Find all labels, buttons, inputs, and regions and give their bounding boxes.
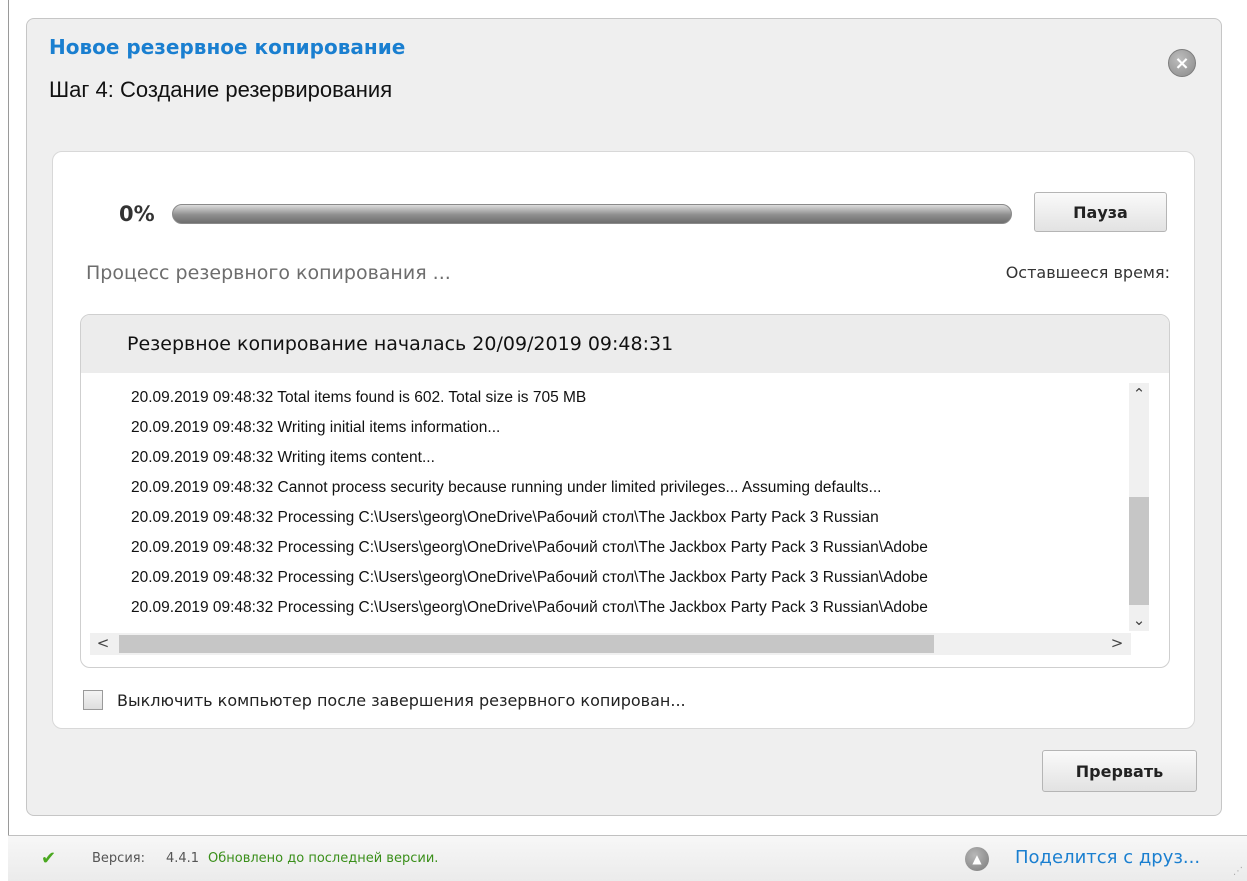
share-link[interactable]: Поделится с друз... <box>1015 847 1200 868</box>
log-horizontal-scrollbar[interactable]: < > <box>90 633 1131 655</box>
shutdown-option[interactable]: Выключить компьютер после завершения рез… <box>83 690 686 710</box>
shutdown-checkbox[interactable] <box>83 690 103 710</box>
chevron-left-icon[interactable]: < <box>93 634 113 652</box>
log-line: 20.09.2019 09:48:32 Processing C:\Users\… <box>131 509 879 526</box>
version-value: 4.4.1 <box>166 851 200 866</box>
chevron-up-icon[interactable]: ⌃ <box>1129 385 1149 403</box>
status-bar: ✔ Версия: 4.4.1 Обновлено до последней в… <box>8 835 1247 881</box>
shutdown-label[interactable]: Выключить компьютер после завершения рез… <box>117 691 686 710</box>
progress-panel: 0% Пауза Процесс резервного копирования … <box>52 151 1195 729</box>
pause-button[interactable]: Пауза <box>1034 192 1167 232</box>
remaining-time-label: Оставшееся время: <box>1005 263 1170 282</box>
log-line: 20.09.2019 09:48:32 Processing C:\Users\… <box>131 569 928 586</box>
backup-status-text: Процесс резервного копирования ... <box>86 262 451 284</box>
dialog-title: Новое резервное копирование <box>49 35 406 59</box>
share-icon[interactable]: ▲ <box>965 847 989 871</box>
progress-percent: 0% <box>119 202 155 226</box>
vertical-scroll-thumb[interactable] <box>1129 497 1149 605</box>
backup-log: Резервное копирование началась 20/09/201… <box>80 314 1170 668</box>
version-label: Версия: <box>92 851 145 866</box>
chevron-down-icon[interactable]: ⌄ <box>1129 611 1149 629</box>
log-line: 20.09.2019 09:48:32 Total items found is… <box>131 389 587 406</box>
log-vertical-scrollbar[interactable]: ⌃ ⌄ <box>1129 383 1149 631</box>
log-line: 20.09.2019 09:48:32 Writing initial item… <box>131 419 501 436</box>
update-status: Обновлено до последней версии. <box>208 851 439 866</box>
backup-dialog: Новое резервное копирование Шаг 4: Созда… <box>26 18 1222 816</box>
log-header: Резервное копирование началась 20/09/201… <box>81 315 1169 373</box>
resize-grip[interactable]: ⋰ <box>1233 866 1243 877</box>
abort-button[interactable]: Прервать <box>1042 750 1197 792</box>
close-icon[interactable]: × <box>1168 49 1196 77</box>
dialog-step-subtitle: Шаг 4: Создание резервирования <box>49 77 393 102</box>
log-line: 20.09.2019 09:48:32 Processing C:\Users\… <box>131 539 928 556</box>
horizontal-scroll-thumb[interactable] <box>119 635 934 653</box>
log-line: 20.09.2019 09:48:32 Processing C:\Users\… <box>131 599 928 616</box>
chevron-right-icon[interactable]: > <box>1107 634 1127 652</box>
log-line: 20.09.2019 09:48:32 Cannot process secur… <box>131 479 882 496</box>
log-lines: 20.09.2019 09:48:32 Total items found is… <box>131 383 1121 623</box>
progress-bar <box>172 204 1012 224</box>
check-icon: ✔ <box>41 848 57 869</box>
log-line: 20.09.2019 09:48:32 Writing items conten… <box>131 449 435 466</box>
